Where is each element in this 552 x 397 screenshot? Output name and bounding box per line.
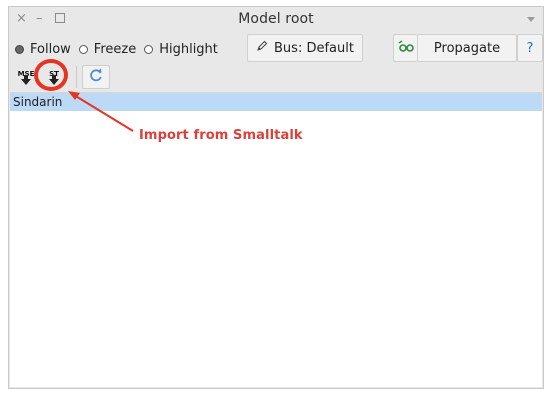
annotation-text: Import from Smalltalk (139, 128, 303, 143)
annotation-arrow (68, 91, 134, 132)
